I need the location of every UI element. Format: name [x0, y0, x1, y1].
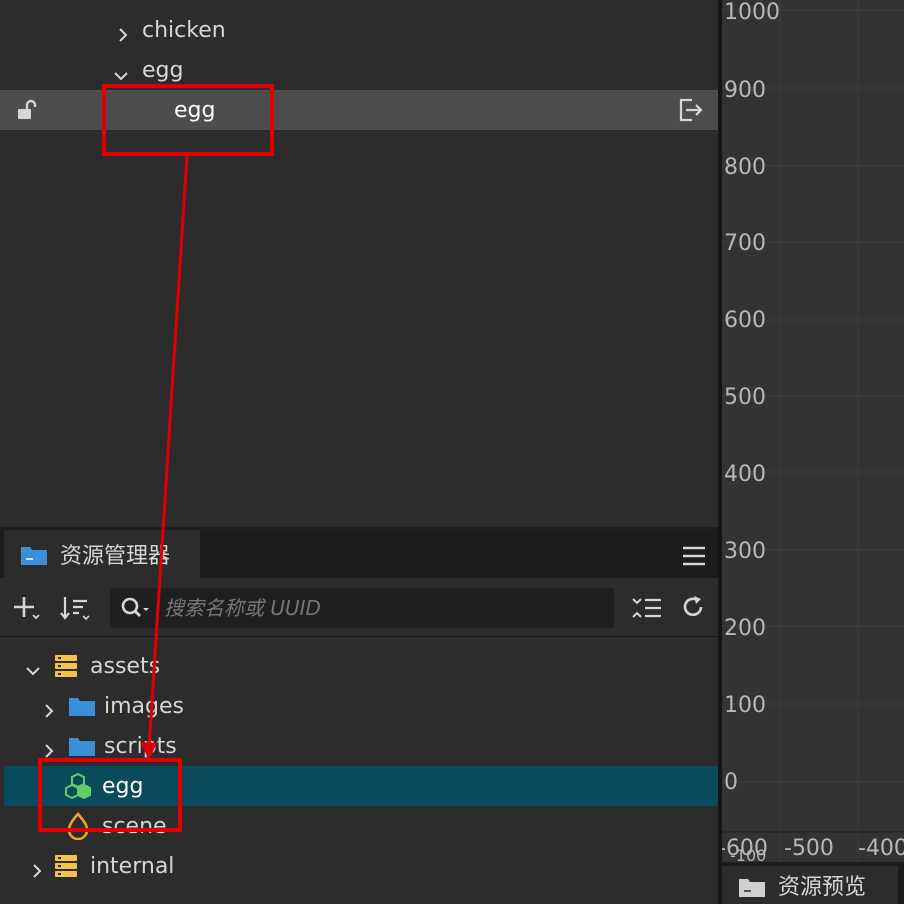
database-icon	[54, 654, 78, 684]
unlock-icon[interactable]	[16, 99, 38, 127]
y-tick-label: 700	[724, 231, 766, 256]
tab-assets[interactable]: 资源管理器	[4, 530, 200, 578]
folder-icon	[68, 695, 96, 723]
x-tick-label: -500	[784, 836, 834, 861]
y-tick-label: 600	[724, 308, 766, 333]
y-tick-label: 900	[724, 78, 766, 103]
asset-tree-item-assets[interactable]: assets	[4, 646, 718, 686]
annotation-box-asset	[38, 758, 182, 832]
chevron-right-icon[interactable]	[30, 859, 44, 884]
asset-tree-label: internal	[90, 853, 175, 879]
assets-tab-title: 资源管理器	[60, 544, 171, 569]
asset-tree-item-internal[interactable]: internal	[4, 846, 718, 886]
y-tick-label: 800	[724, 155, 766, 180]
database-icon	[54, 854, 78, 884]
scene-view[interactable]: 1000 900 800 700 600 500 400 300 200 100…	[722, 0, 904, 862]
search-box[interactable]	[110, 588, 614, 628]
chevron-down-icon[interactable]	[26, 659, 40, 684]
add-icon[interactable]	[12, 595, 40, 625]
collapse-all-icon[interactable]	[632, 596, 662, 624]
chevron-right-icon[interactable]	[42, 699, 56, 724]
asset-tree-label: assets	[90, 653, 161, 679]
y-tick-label: 500	[724, 385, 766, 410]
annotation-box-hierarchy	[102, 84, 274, 156]
x-tick-label: -400	[858, 836, 904, 861]
folder-icon	[738, 876, 766, 902]
y-tick-label: 400	[724, 462, 766, 487]
y-tick-label: 100	[724, 693, 766, 718]
y-tick-label: 200	[724, 616, 766, 641]
menu-icon[interactable]	[682, 545, 706, 571]
asset-tree-item-images[interactable]: images	[4, 686, 718, 726]
hierarchy-node-label: egg	[142, 57, 184, 83]
scene-grid	[722, 0, 904, 862]
hierarchy-node-chicken[interactable]: chicken	[0, 10, 718, 50]
folder-icon	[20, 544, 48, 570]
x-tick-label: -100	[730, 846, 767, 862]
search-input[interactable]	[162, 595, 606, 621]
y-tick-label: 0	[724, 770, 738, 795]
hierarchy-panel: p y chicken egg egg	[0, 0, 718, 527]
sort-icon[interactable]	[60, 595, 90, 625]
clipped-row-text: p y	[160, 0, 200, 2]
refresh-icon[interactable]	[680, 594, 706, 624]
hierarchy-node-label: chicken	[142, 17, 226, 43]
y-tick-label: 300	[724, 539, 766, 564]
y-tick-label: 1000	[724, 0, 780, 25]
exit-prefab-icon[interactable]	[678, 98, 704, 128]
asset-tree-label: scripts	[104, 733, 177, 759]
preview-tab-title: 资源预览	[778, 875, 867, 900]
search-icon[interactable]	[120, 596, 154, 620]
chevron-right-icon[interactable]	[116, 23, 130, 48]
asset-tree-label: images	[104, 693, 184, 719]
tab-asset-preview[interactable]: 资源预览	[722, 866, 898, 904]
